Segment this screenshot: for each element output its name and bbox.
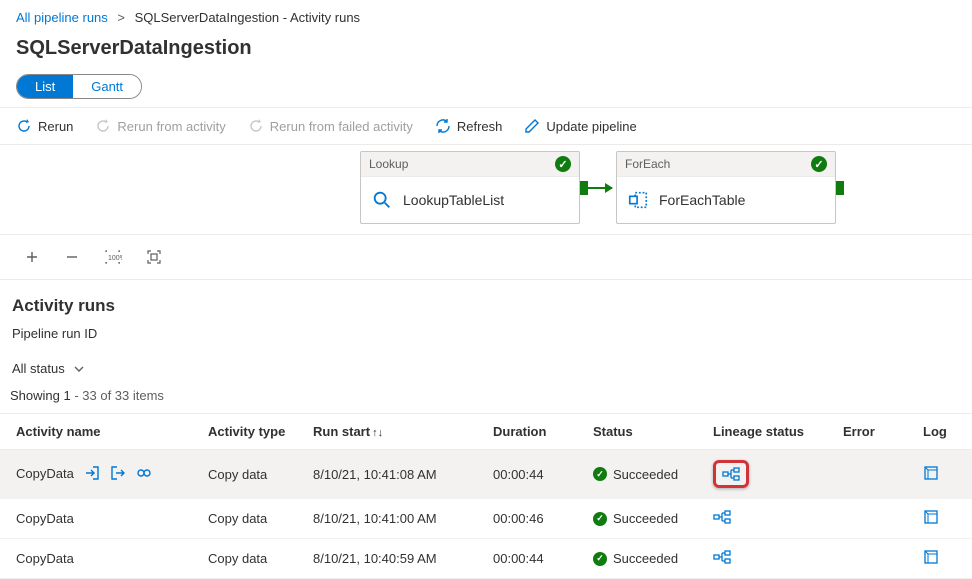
lineage-status-button[interactable] bbox=[713, 460, 749, 488]
rerun-failed-label: Rerun from failed activity bbox=[270, 119, 413, 134]
run-start-cell: 8/10/21, 10:41:08 AM bbox=[305, 450, 485, 499]
rerun-activity-label: Rerun from activity bbox=[117, 119, 225, 134]
table-row[interactable]: CopyData Copy data 8/10/21, 10:40:59 AM … bbox=[0, 539, 972, 579]
activity-foreach-type: ForEach bbox=[625, 157, 670, 171]
breadcrumb-root-link[interactable]: All pipeline runs bbox=[16, 10, 108, 25]
canvas-tools: 100% bbox=[0, 235, 972, 280]
rerun-button[interactable]: Rerun bbox=[16, 118, 73, 134]
table-row[interactable]: CopyData Copy data 8/10/21, 10:41:00 AM … bbox=[0, 499, 972, 539]
foreach-icon bbox=[627, 189, 649, 211]
zoom-out-icon[interactable] bbox=[64, 249, 80, 265]
col-activity-name[interactable]: Activity name bbox=[0, 414, 200, 450]
error-cell bbox=[835, 499, 915, 539]
success-icon bbox=[593, 467, 607, 481]
breadcrumb-current: SQLServerDataIngestion - Activity runs bbox=[135, 10, 360, 25]
activity-runs-table: Activity name Activity type Run start↑↓ … bbox=[0, 413, 972, 579]
status-cell: Succeeded bbox=[593, 511, 697, 526]
rerun-label: Rerun bbox=[38, 119, 73, 134]
tab-list[interactable]: List bbox=[17, 75, 73, 98]
update-pipeline-button[interactable]: Update pipeline bbox=[524, 118, 636, 134]
activity-foreach[interactable]: ForEach ForEachTable bbox=[616, 151, 836, 224]
output-port[interactable] bbox=[836, 181, 844, 195]
refresh-label: Refresh bbox=[457, 119, 503, 134]
activity-type-cell: Copy data bbox=[200, 539, 305, 579]
svg-text:100%: 100% bbox=[108, 255, 122, 262]
success-icon bbox=[593, 552, 607, 566]
run-start-cell: 8/10/21, 10:40:59 AM bbox=[305, 539, 485, 579]
rerun-activity-icon bbox=[95, 118, 111, 134]
col-activity-type[interactable]: Activity type bbox=[200, 414, 305, 450]
update-label: Update pipeline bbox=[546, 119, 636, 134]
col-log[interactable]: Log bbox=[915, 414, 972, 450]
success-icon bbox=[593, 512, 607, 526]
col-run-start[interactable]: Run start↑↓ bbox=[305, 414, 485, 450]
log-button[interactable] bbox=[923, 513, 939, 528]
error-cell bbox=[835, 450, 915, 499]
activity-lookup[interactable]: Lookup LookupTableList bbox=[360, 151, 580, 224]
duration-cell: 00:00:46 bbox=[485, 499, 585, 539]
lookup-icon bbox=[371, 189, 393, 211]
activity-type-cell: Copy data bbox=[200, 499, 305, 539]
pipeline-run-id-label: Pipeline run ID bbox=[0, 324, 972, 353]
activity-type-cell: Copy data bbox=[200, 450, 305, 499]
pipeline-canvas[interactable]: Lookup LookupTableList ForEach ForEachTa… bbox=[0, 145, 972, 235]
breadcrumb: All pipeline runs > SQLServerDataIngesti… bbox=[0, 0, 972, 31]
run-start-cell: 8/10/21, 10:41:00 AM bbox=[305, 499, 485, 539]
breadcrumb-separator: > bbox=[117, 10, 125, 25]
status-filter-label: All status bbox=[12, 361, 65, 376]
activity-name-cell: CopyData bbox=[16, 465, 74, 480]
toolbar: Rerun Rerun from activity Rerun from fai… bbox=[0, 107, 972, 145]
zoom-reset-icon[interactable]: 100% bbox=[104, 249, 122, 265]
rerun-failed-button: Rerun from failed activity bbox=[248, 118, 413, 134]
section-title: Activity runs bbox=[0, 280, 972, 324]
result-count: Showing 1 - 33 of 33 items bbox=[0, 384, 972, 413]
col-status[interactable]: Status bbox=[585, 414, 705, 450]
activity-name-cell: CopyData bbox=[16, 511, 74, 526]
connector-arrow bbox=[588, 187, 612, 189]
log-button[interactable] bbox=[923, 469, 939, 484]
output-icon[interactable] bbox=[110, 465, 126, 484]
duration-cell: 00:00:44 bbox=[485, 539, 585, 579]
input-icon[interactable] bbox=[84, 465, 100, 484]
chevron-down-icon bbox=[73, 363, 85, 375]
view-toggle: List Gantt bbox=[16, 74, 142, 99]
col-duration[interactable]: Duration bbox=[485, 414, 585, 450]
status-cell: Succeeded bbox=[593, 551, 697, 566]
activity-name-cell: CopyData bbox=[16, 551, 74, 566]
rerun-icon bbox=[16, 118, 32, 134]
sort-icon: ↑↓ bbox=[372, 427, 383, 439]
success-badge-icon bbox=[555, 156, 571, 172]
success-badge-icon bbox=[811, 156, 827, 172]
activity-lookup-type: Lookup bbox=[369, 157, 408, 171]
log-button[interactable] bbox=[923, 553, 939, 568]
status-filter[interactable]: All status bbox=[0, 353, 972, 384]
col-error[interactable]: Error bbox=[835, 414, 915, 450]
lineage-status-button[interactable] bbox=[713, 552, 731, 567]
edit-icon bbox=[524, 118, 540, 134]
page-title: SQLServerDataIngestion bbox=[0, 31, 972, 74]
status-cell: Succeeded bbox=[593, 467, 697, 482]
output-port[interactable] bbox=[580, 181, 588, 195]
refresh-icon bbox=[435, 118, 451, 134]
duration-cell: 00:00:44 bbox=[485, 450, 585, 499]
rerun-activity-button: Rerun from activity bbox=[95, 118, 225, 134]
details-icon[interactable] bbox=[136, 465, 152, 484]
col-lineage[interactable]: Lineage status bbox=[705, 414, 835, 450]
activity-lookup-name: LookupTableList bbox=[403, 192, 504, 208]
fit-screen-icon[interactable] bbox=[146, 249, 162, 265]
activity-foreach-name: ForEachTable bbox=[659, 192, 745, 208]
rerun-failed-icon bbox=[248, 118, 264, 134]
refresh-button[interactable]: Refresh bbox=[435, 118, 503, 134]
lineage-status-button[interactable] bbox=[713, 512, 731, 527]
table-row[interactable]: CopyData Copy data 8/10/21, 10:41:08 AM … bbox=[0, 450, 972, 499]
error-cell bbox=[835, 539, 915, 579]
zoom-in-icon[interactable] bbox=[24, 249, 40, 265]
tab-gantt[interactable]: Gantt bbox=[73, 75, 141, 98]
